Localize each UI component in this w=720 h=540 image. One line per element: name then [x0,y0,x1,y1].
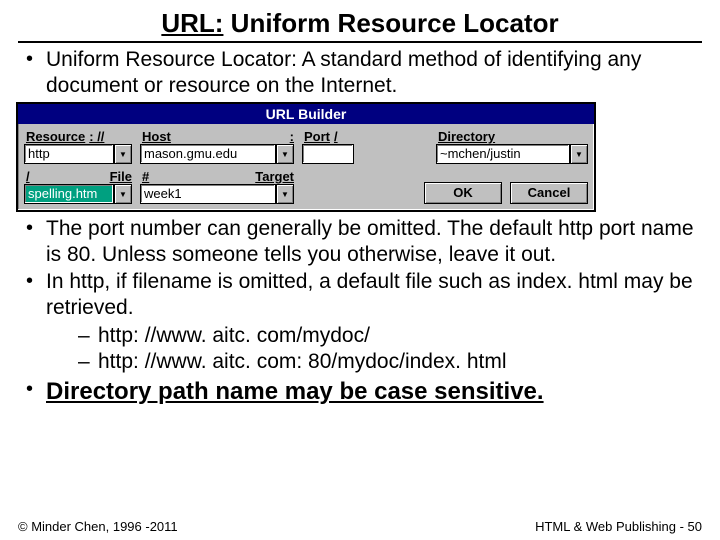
host-input[interactable]: mason.gmu.edu [140,144,276,164]
title-rest: Uniform Resource Locator [223,8,558,38]
label-slash-2: / [26,169,30,184]
file-input[interactable]: spelling.htm [24,184,114,204]
resource-input[interactable]: http [24,144,114,164]
footer-page: HTML & Web Publishing - 50 [535,519,702,534]
example-2: http: //www. aitc. com: 80/mydoc/index. … [76,349,702,375]
label-port: Port [304,129,330,144]
label-target: Target [255,169,294,184]
directory-input[interactable]: ~mchen/justin [436,144,570,164]
resource-dropdown-icon[interactable]: ▼ [114,144,132,164]
port-input[interactable] [302,144,354,164]
label-slash-1: / [334,129,338,144]
label-port-sep: : [290,129,294,144]
example-1: http: //www. aitc. com/mydoc/ [76,323,702,349]
slide-title: URL: Uniform Resource Locator [18,8,702,43]
label-hash: # [142,169,149,184]
bullet-filename: In http, if filename is omitted, a defau… [46,270,693,319]
window-title: URL Builder [18,104,594,124]
host-dropdown-icon[interactable]: ▼ [276,144,294,164]
directory-dropdown-icon[interactable]: ▼ [570,144,588,164]
label-directory: Directory [438,129,495,144]
label-file: File [110,169,132,184]
bullet-port: The port number can generally be omitted… [24,216,702,267]
label-resource: Resource [26,129,85,144]
url-builder-window: URL Builder Resource : // http ▼ Host: ma… [16,102,596,212]
target-dropdown-icon[interactable]: ▼ [276,184,294,204]
ok-button[interactable]: OK [424,182,502,204]
bullet-case: Directory path name may be case sensitiv… [46,378,544,405]
file-dropdown-icon[interactable]: ▼ [114,184,132,204]
label-host: Host [142,129,171,144]
cancel-button[interactable]: Cancel [510,182,588,204]
footer-copyright: © Minder Chen, 1996 -2011 [18,519,178,534]
label-scheme-sep: : // [89,129,104,144]
target-input[interactable]: week1 [140,184,276,204]
bullet-definition: Uniform Resource Locator: A standard met… [24,47,702,98]
title-prefix: URL: [161,8,223,38]
